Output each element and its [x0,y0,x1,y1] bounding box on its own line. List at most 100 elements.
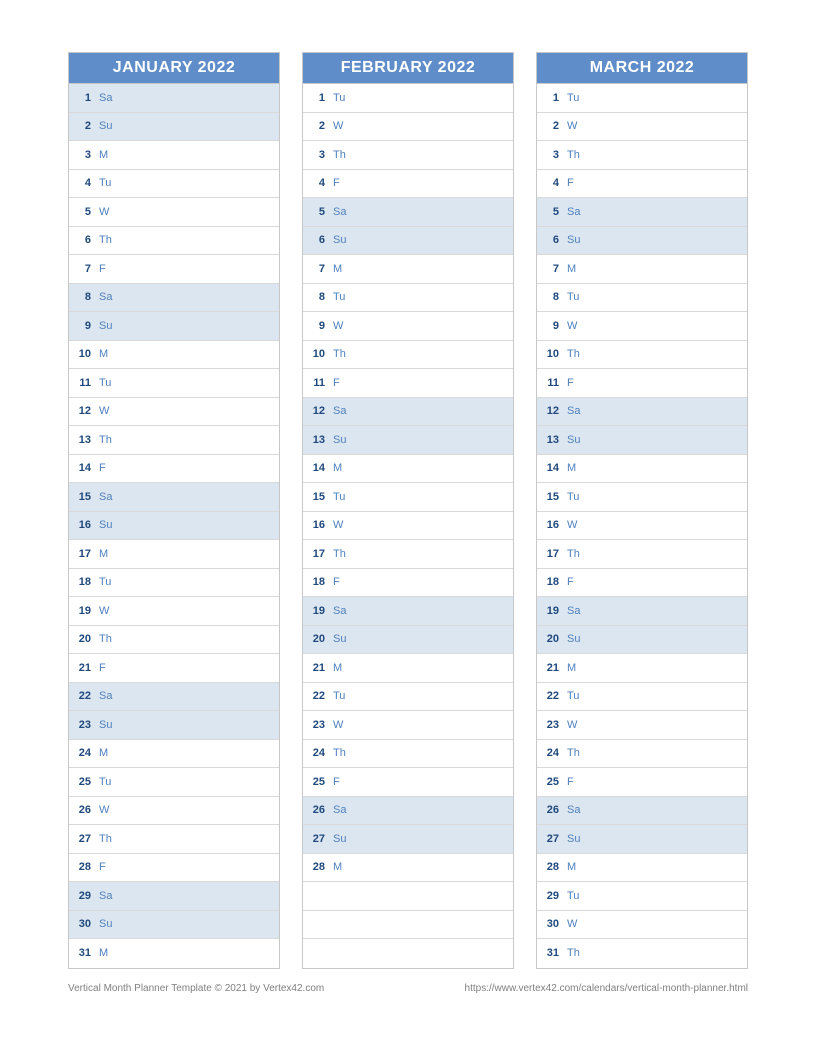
day-row: 4Tu [69,170,279,199]
footer-left: Vertical Month Planner Template © 2021 b… [68,983,324,994]
day-name: F [561,776,583,788]
day-row: 11F [537,369,747,398]
day-row: 9W [537,312,747,341]
day-number: 14 [537,462,561,474]
day-name: Su [327,633,349,645]
month-title: JANUARY 2022 [69,53,279,84]
day-name: Th [561,548,583,560]
day-name: Sa [561,605,583,617]
day-row: 9Su [69,312,279,341]
day-row: 18F [537,569,747,598]
day-number: 19 [69,605,93,617]
day-number: 8 [69,291,93,303]
day-row: 12Sa [537,398,747,427]
day-name: Th [93,234,115,246]
day-number: 15 [537,491,561,503]
day-name: F [561,177,583,189]
day-number: 20 [69,633,93,645]
day-row: 16Su [69,512,279,541]
day-name: Sa [561,405,583,417]
day-name: M [93,747,115,759]
day-name: Sa [327,405,349,417]
day-number: 31 [537,947,561,959]
day-row: 17M [69,540,279,569]
month-title: MARCH 2022 [537,53,747,84]
day-number: 4 [537,177,561,189]
day-number: 29 [537,890,561,902]
day-row: 20Su [303,626,513,655]
day-row: 2W [537,113,747,142]
day-number: 17 [303,548,327,560]
day-number: 23 [303,719,327,731]
day-row: 16W [537,512,747,541]
day-row: 3Th [303,141,513,170]
day-number: 19 [537,605,561,617]
day-number: 26 [69,804,93,816]
footer-right: https://www.vertex42.com/calendars/verti… [465,983,748,994]
day-name: F [561,576,583,588]
day-row: 22Tu [303,683,513,712]
day-row: 21M [537,654,747,683]
day-number: 5 [69,206,93,218]
month-column: MARCH 20221Tu2W3Th4F5Sa6Su7M8Tu9W10Th11F… [536,52,748,969]
day-number: 12 [69,405,93,417]
day-row: 20Su [537,626,747,655]
day-name: W [561,120,583,132]
day-number: 17 [69,548,93,560]
day-name: Th [93,633,115,645]
day-number: 11 [537,377,561,389]
day-name: F [327,576,349,588]
day-number: 25 [537,776,561,788]
day-name: Su [561,434,583,446]
day-row: 13Su [537,426,747,455]
day-number: 5 [537,206,561,218]
day-number: 10 [303,348,327,360]
day-row: 22Sa [69,683,279,712]
day-number: 22 [69,690,93,702]
day-number: 27 [69,833,93,845]
day-name: F [93,662,115,674]
day-row: 8Tu [537,284,747,313]
day-number: 31 [69,947,93,959]
day-row: 7F [69,255,279,284]
day-number: 3 [303,149,327,161]
day-name: Th [561,348,583,360]
day-name: M [561,462,583,474]
day-name: Tu [561,890,583,902]
day-name: W [93,405,115,417]
day-row: 8Tu [303,284,513,313]
day-number: 10 [69,348,93,360]
day-row: 19Sa [303,597,513,626]
day-row: 6Su [303,227,513,256]
day-name: M [327,462,349,474]
day-number: 9 [537,320,561,332]
day-number: 12 [303,405,327,417]
day-number: 24 [537,747,561,759]
day-row: 28M [303,854,513,883]
day-row: 1Tu [303,84,513,113]
day-number: 3 [537,149,561,161]
day-number: 25 [69,776,93,788]
day-number: 13 [69,434,93,446]
day-name: M [327,662,349,674]
day-name: F [93,263,115,275]
day-row: 14F [69,455,279,484]
day-row [303,911,513,940]
day-number: 21 [303,662,327,674]
day-name: F [93,462,115,474]
day-number: 14 [69,462,93,474]
day-row: 10Th [303,341,513,370]
day-number: 28 [537,861,561,873]
day-name: M [561,662,583,674]
day-number: 14 [303,462,327,474]
day-row: 26Sa [303,797,513,826]
day-row: 5Sa [303,198,513,227]
day-name: Th [327,548,349,560]
day-number: 8 [537,291,561,303]
day-number: 30 [537,918,561,930]
day-row: 29Tu [537,882,747,911]
day-number: 8 [303,291,327,303]
day-name: Sa [327,605,349,617]
day-number: 25 [303,776,327,788]
day-number: 7 [537,263,561,275]
